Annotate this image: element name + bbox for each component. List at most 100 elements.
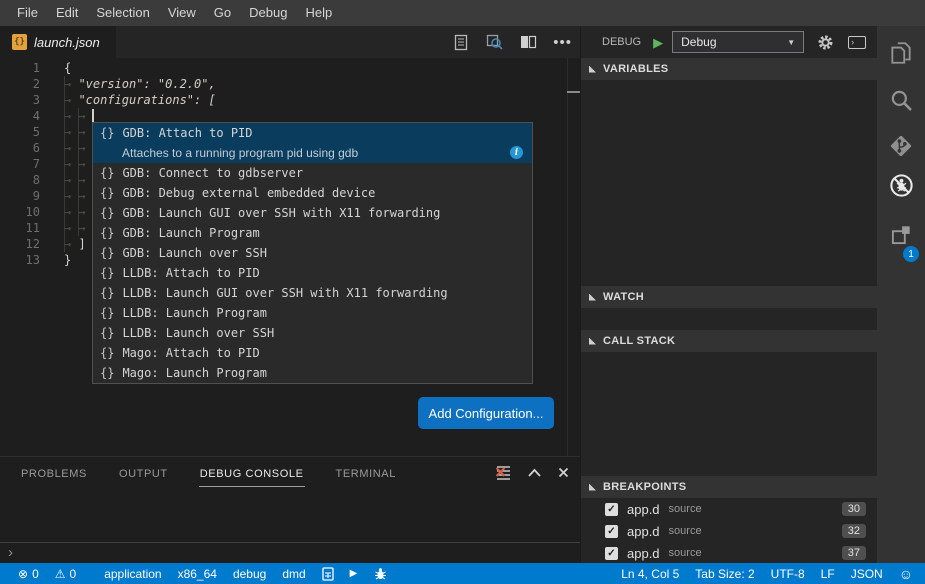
editor-line: 3→"configurations": [ — [0, 92, 580, 108]
menu-debug[interactable]: Debug — [240, 0, 296, 26]
variables-body[interactable] — [581, 80, 877, 286]
watch-body[interactable] — [581, 308, 877, 330]
add-configuration-button[interactable]: Add Configuration... — [418, 397, 554, 429]
call-stack-body[interactable] — [581, 352, 877, 476]
feedback-smiley-icon[interactable]: ☺ — [891, 566, 915, 582]
breakpoint-checkbox[interactable]: ✓ — [605, 503, 618, 516]
line-number[interactable]: 9 — [0, 188, 40, 204]
suggestion-item-selected[interactable]: {}GDB: Attach to PID Attaches to a runni… — [93, 123, 532, 163]
open-settings-file-icon[interactable] — [453, 34, 469, 51]
menu-edit[interactable]: Edit — [47, 0, 87, 26]
warning-count[interactable]: ⚠ 0 — [47, 567, 84, 581]
section-call-stack[interactable]: CALL STACK — [581, 330, 877, 352]
collapse-twistie-icon — [589, 338, 596, 345]
encoding[interactable]: UTF-8 — [763, 567, 813, 581]
tab-launch-json[interactable]: {} launch.json — [0, 26, 116, 58]
debug-console-toggle-icon[interactable]: › — [848, 36, 866, 49]
line-number[interactable]: 12 — [0, 236, 40, 252]
breakpoint-row[interactable]: ✓ app.d source 37 — [581, 542, 877, 564]
line-number[interactable]: 11 — [0, 220, 40, 236]
status-bar: ⊗ 0 ⚠ 0 application x86_64 debug dmd ▶ L… — [0, 563, 925, 584]
breakpoint-kind: source — [669, 525, 702, 537]
editor-title-actions: ••• — [453, 26, 572, 58]
line-number[interactable]: 5 — [0, 124, 40, 140]
breakpoint-checkbox[interactable]: ✓ — [605, 525, 618, 538]
breakpoint-line-badge: 30 — [842, 502, 866, 516]
suggestion-item[interactable]: {}LLDB: Attach to PID — [93, 263, 532, 283]
suggestion-item[interactable]: {}LLDB: Launch GUI over SSH with X11 for… — [93, 283, 532, 303]
line-number[interactable]: 8 — [0, 172, 40, 188]
line-number[interactable]: 2 — [0, 76, 40, 92]
status-arch[interactable]: x86_64 — [170, 567, 225, 581]
start-debug-icon[interactable]: ▶ — [653, 36, 663, 49]
tab-problems[interactable]: PROBLEMS — [20, 459, 88, 487]
run-project-icon[interactable]: ▶ — [342, 568, 366, 579]
menu-view[interactable]: View — [159, 0, 205, 26]
panel-actions — [495, 464, 570, 481]
status-application[interactable]: application — [96, 567, 169, 581]
clear-console-icon[interactable] — [495, 464, 512, 481]
line-number[interactable]: 6 — [0, 140, 40, 156]
error-count[interactable]: ⊗ 0 — [10, 567, 47, 581]
dub-settings-icon[interactable] — [314, 567, 342, 581]
indentation[interactable]: Tab Size: 2 — [687, 567, 762, 581]
line-number[interactable]: 13 — [0, 252, 40, 268]
suggestion-item[interactable]: {}GDB: Debug external embedded device — [93, 183, 532, 203]
breakpoint-row[interactable]: ✓ app.d source 32 — [581, 520, 877, 542]
eol-sequence[interactable]: LF — [813, 567, 843, 581]
menu-selection[interactable]: Selection — [87, 0, 158, 26]
cursor-position[interactable]: Ln 4, Col 5 — [613, 567, 687, 581]
breakpoint-file: app.d — [627, 546, 660, 561]
menu-file[interactable]: File — [8, 0, 47, 26]
line-number[interactable]: 4 — [0, 108, 40, 124]
debug-config-dropdown[interactable]: Debug ▼ — [672, 31, 804, 53]
debug-icon[interactable] — [877, 170, 925, 200]
explorer-icon[interactable] — [877, 38, 925, 68]
info-icon[interactable] — [510, 146, 523, 159]
line-number[interactable]: 3 — [0, 92, 40, 108]
line-number[interactable]: 10 — [0, 204, 40, 220]
source-control-icon[interactable] — [877, 131, 925, 161]
suggestion-item[interactable]: {}Mago: Attach to PID — [93, 343, 532, 363]
suggestion-item[interactable]: {}GDB: Launch GUI over SSH with X11 forw… — [93, 203, 532, 223]
breakpoint-file: app.d — [627, 502, 660, 517]
chevron-down-icon: ▼ — [787, 38, 795, 47]
suggestion-label: Mago: Launch Program — [122, 365, 267, 381]
suggestion-label: LLDB: Launch over SSH — [122, 325, 274, 341]
more-actions-icon[interactable]: ••• — [553, 34, 572, 51]
snippet-icon: {} — [100, 345, 114, 361]
tab-terminal[interactable]: TERMINAL — [335, 459, 397, 487]
language-mode[interactable]: JSON — [843, 567, 891, 581]
configure-gear-icon[interactable] — [817, 34, 834, 51]
suggestion-item[interactable]: {}LLDB: Launch Program — [93, 303, 532, 323]
breakpoint-checkbox[interactable]: ✓ — [605, 547, 618, 560]
line-number[interactable]: 7 — [0, 156, 40, 172]
debug-project-icon[interactable] — [365, 567, 396, 581]
section-watch[interactable]: WATCH — [581, 286, 877, 308]
status-compiler[interactable]: dmd — [274, 567, 313, 581]
breakpoint-row[interactable]: ✓ app.d source 30 — [581, 498, 877, 520]
tab-debug-console[interactable]: DEBUG CONSOLE — [199, 459, 305, 487]
tab-output[interactable]: OUTPUT — [118, 459, 169, 487]
search-icon[interactable] — [877, 85, 925, 115]
suggestion-item[interactable]: {} LLDB: Launch over SSH — [93, 323, 532, 343]
close-panel-icon[interactable] — [557, 466, 570, 479]
suggestion-item[interactable]: {}Mago: Launch Program — [93, 363, 532, 383]
suggestion-item[interactable]: {}GDB: Connect to gdbserver — [93, 163, 532, 183]
snippet-icon: {} — [100, 325, 114, 341]
debug-console-input[interactable] — [0, 543, 580, 564]
section-variables[interactable]: VARIABLES — [581, 58, 877, 80]
line-number[interactable]: 1 — [0, 60, 40, 76]
open-preview-icon[interactable] — [485, 33, 504, 51]
split-editor-icon[interactable] — [520, 35, 537, 49]
section-breakpoints[interactable]: BREAKPOINTS — [581, 476, 877, 498]
menu-help[interactable]: Help — [296, 0, 341, 26]
extensions-icon[interactable] — [877, 220, 925, 250]
code-editor[interactable]: 1{ 2→"version": "0.2.0", 3→"configuratio… — [0, 58, 580, 456]
menu-go[interactable]: Go — [205, 0, 240, 26]
status-build-type[interactable]: debug — [225, 567, 274, 581]
suggestion-item[interactable]: {}GDB: Launch Program — [93, 223, 532, 243]
maximize-panel-icon[interactable] — [527, 467, 542, 479]
suggestion-item[interactable]: {}GDB: Launch over SSH — [93, 243, 532, 263]
suggestion-label: GDB: Launch Program — [122, 225, 259, 241]
